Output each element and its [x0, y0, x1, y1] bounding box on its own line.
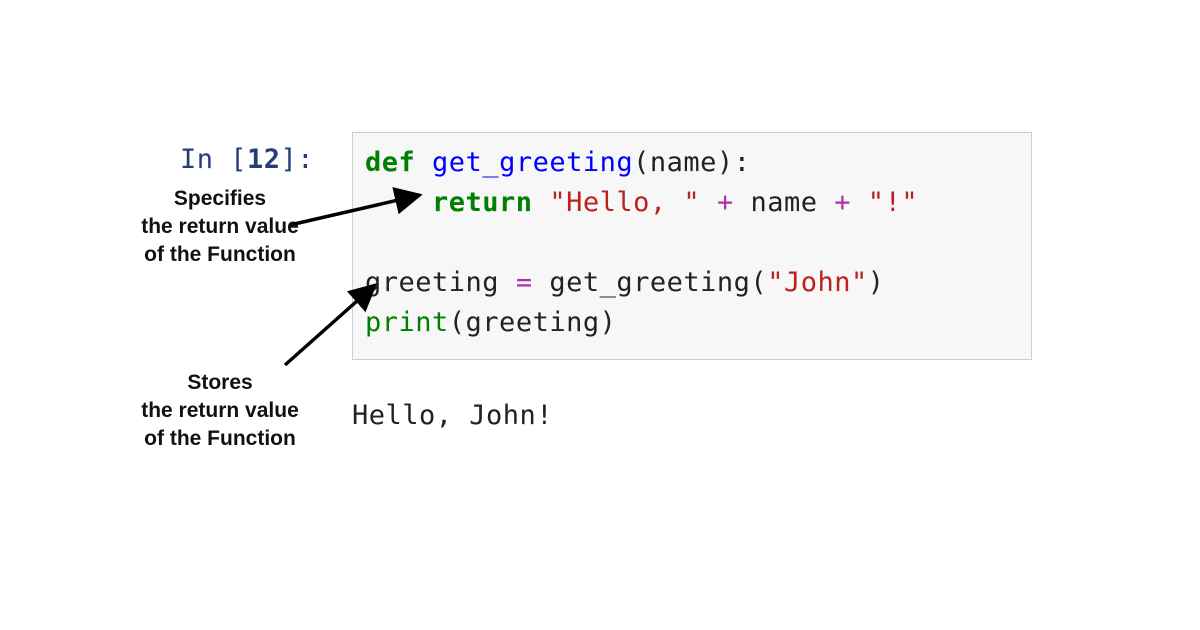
annotation-return-spec: Specifies the return value of the Functi… — [105, 185, 335, 269]
code-block: def get_greeting(name): return "Hello, "… — [365, 143, 1019, 343]
annotation-line: Stores — [187, 371, 252, 394]
input-prompt: In [12]: — [180, 144, 314, 175]
str-john: John — [784, 267, 851, 298]
prompt-prefix: In [ — [180, 144, 247, 175]
kw-def: def — [365, 147, 415, 178]
var-greeting: greeting — [365, 267, 499, 298]
code-cell: def get_greeting(name): return "Hello, "… — [352, 132, 1032, 360]
fn-name: get_greeting — [432, 147, 633, 178]
annotation-line: the return value — [141, 215, 299, 238]
prompt-number: 12 — [247, 144, 281, 175]
call-print: print — [365, 307, 449, 338]
param-name: name — [650, 147, 717, 178]
stage: In [12]: def get_greeting(name): return … — [0, 0, 1200, 630]
call-get-greeting: get_greeting — [549, 267, 750, 298]
annotation-line: Specifies — [174, 187, 266, 210]
annotation-line: of the Function — [144, 427, 296, 450]
kw-return: return — [432, 187, 533, 218]
prompt-suffix: ]: — [281, 144, 315, 175]
annotation-store-return: Stores the return value of the Function — [105, 369, 335, 453]
str-hello: Hello, — [566, 187, 683, 218]
arg-greeting: greeting — [466, 307, 600, 338]
annotation-line: the return value — [141, 399, 299, 422]
var-name: name — [750, 187, 817, 218]
cell-output: Hello, John! — [352, 400, 553, 431]
annotation-line: of the Function — [144, 243, 296, 266]
str-bang: ! — [885, 187, 902, 218]
